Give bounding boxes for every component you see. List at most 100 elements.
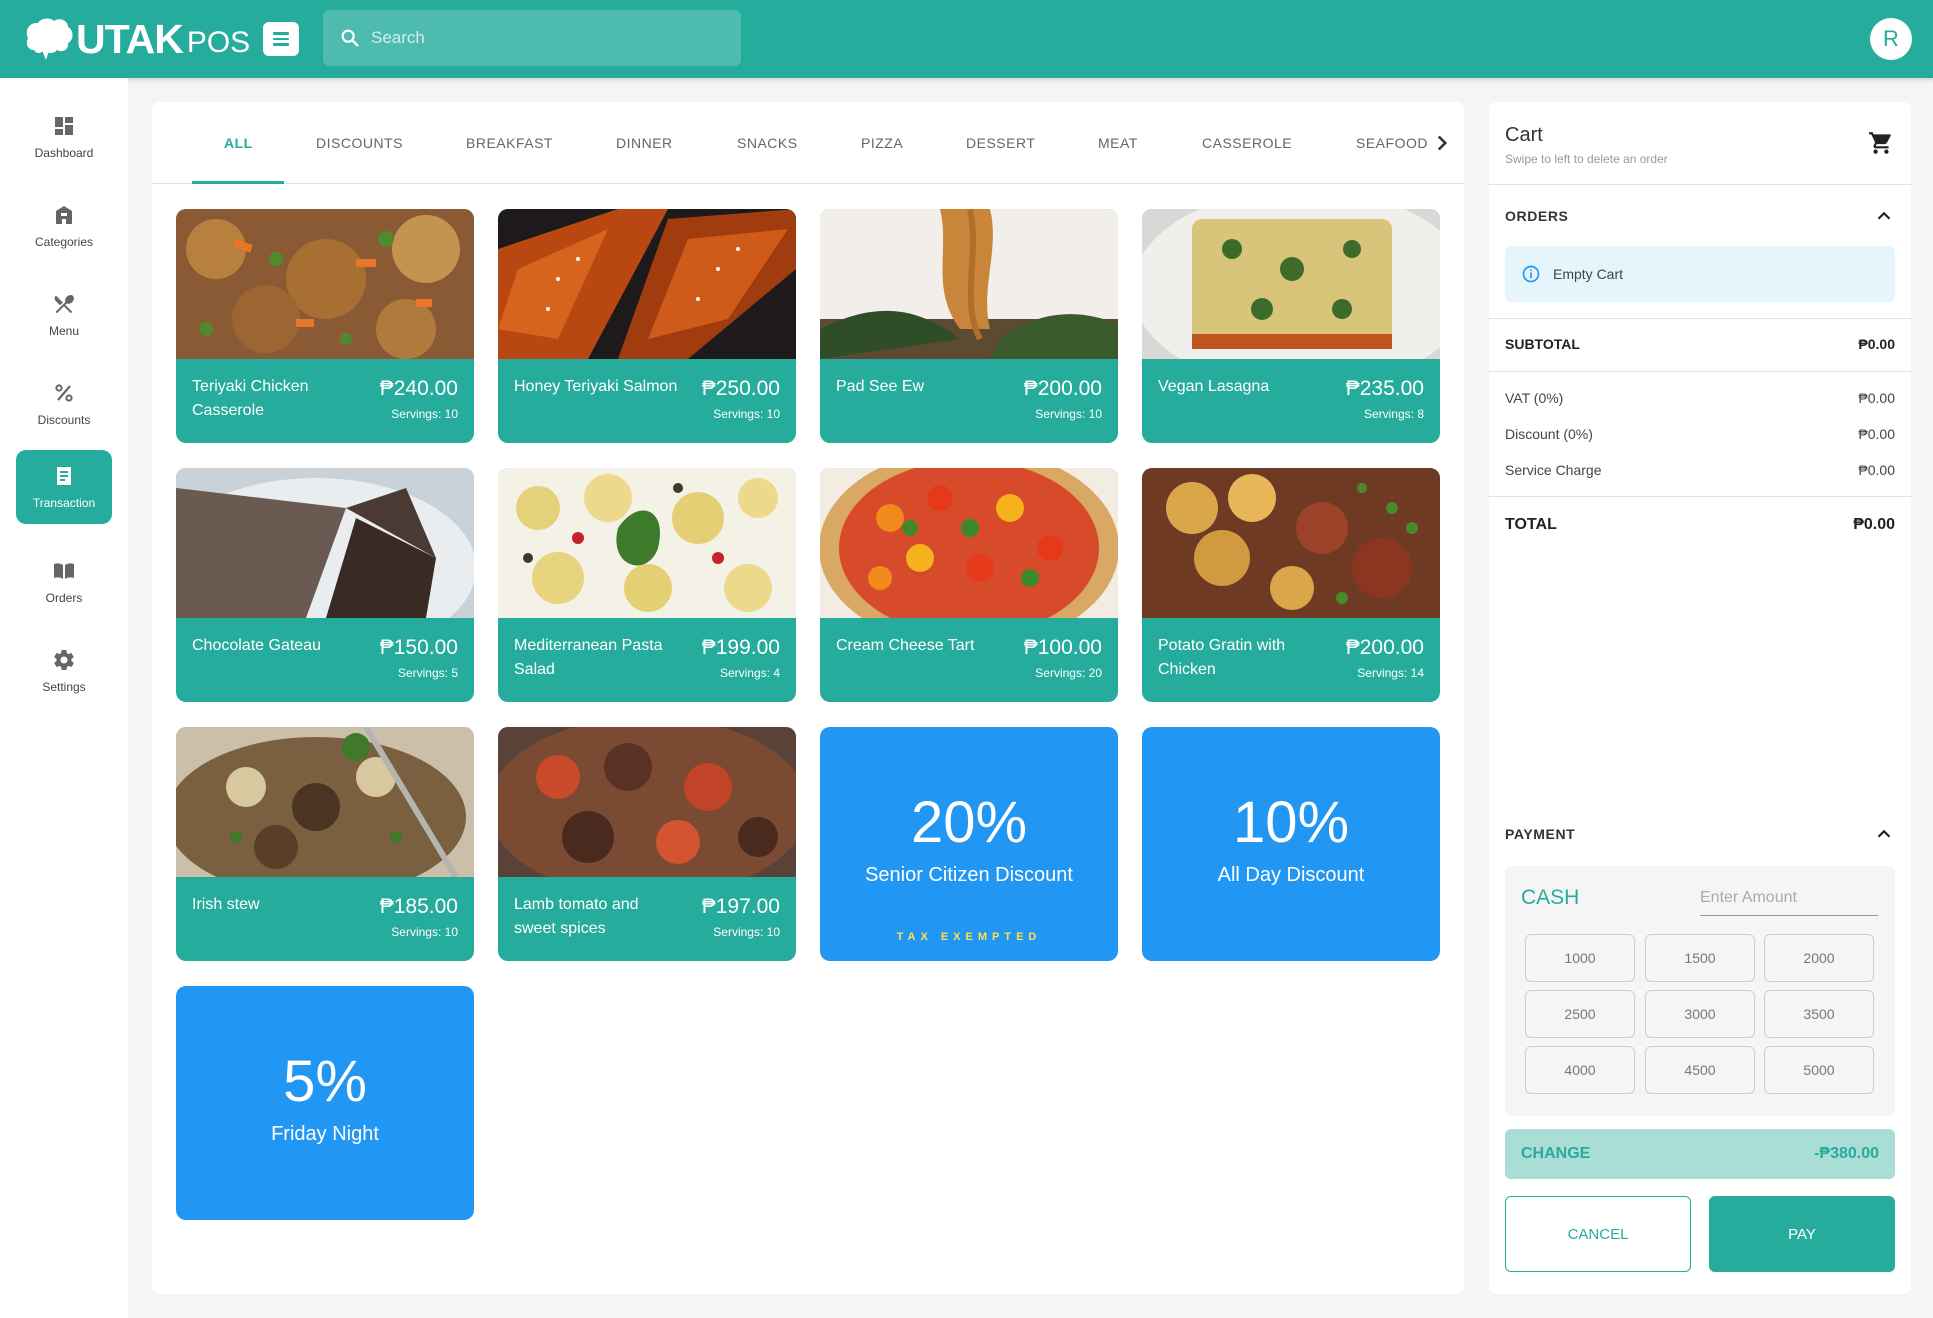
tab-discounts[interactable]: DISCOUNTS — [316, 102, 403, 184]
tab-seafood[interactable]: SEAFOOD — [1356, 102, 1428, 184]
change-label: CHANGE — [1521, 1145, 1591, 1162]
chevron-right-icon[interactable] — [1429, 130, 1455, 156]
product-price: ₱197.00 — [701, 895, 780, 918]
product-price: ₱150.00 — [379, 636, 458, 659]
tab-dessert[interactable]: DESSERT — [966, 102, 1035, 184]
product-servings: Servings: 10 — [391, 925, 458, 939]
sidebar-item-settings[interactable]: Settings — [16, 634, 112, 708]
tab-all[interactable]: ALL — [224, 102, 253, 184]
quick-amount-button[interactable]: 2000 — [1764, 934, 1874, 982]
lamb-photo — [498, 727, 796, 877]
quick-amount-button[interactable]: 1000 — [1525, 934, 1635, 982]
product-name: Honey Teriyaki Salmon — [514, 378, 678, 395]
cart-panel: Cart Swipe to left to delete an order OR… — [1489, 102, 1911, 1294]
sidebar-item-transaction[interactable]: Transaction — [16, 450, 112, 524]
tab-pizza[interactable]: PIZZA — [861, 102, 903, 184]
discount-label: Discount (0%) — [1505, 426, 1593, 442]
sidebar-item-label: Categories — [34, 235, 94, 249]
product-card[interactable]: Irish stew ₱185.00 Servings: 10 — [176, 727, 474, 961]
sidebar-item-label: Discounts — [37, 413, 91, 427]
product-name: Chocolate Gateau — [192, 637, 321, 654]
payment-header: PAYMENT — [1505, 826, 1576, 842]
vat-value: ₱0.00 — [1858, 390, 1895, 406]
quick-amount-button[interactable]: 1500 — [1645, 934, 1755, 982]
sidebar-item-categories[interactable]: Categories — [16, 189, 112, 263]
product-card[interactable]: Potato Gratin with Chicken ₱200.00 Servi… — [1142, 468, 1440, 702]
product-card[interactable]: Chocolate Gateau ₱150.00 Servings: 5 — [176, 468, 474, 702]
product-name: Vegan Lasagna — [1158, 378, 1270, 395]
brand-name: UTAK — [76, 15, 184, 62]
product-name: Cream Cheese Tart — [836, 637, 975, 654]
sidebar-item-label: Menu — [48, 324, 80, 338]
menu-toggle-button[interactable] — [263, 22, 299, 56]
discount-row: Discount (0%) ₱0.00 — [1505, 426, 1895, 442]
product-card[interactable]: Vegan Lasagna ₱235.00 Servings: 8 — [1142, 209, 1440, 443]
product-card[interactable]: Teriyaki Chicken Casserole ₱240.00 Servi… — [176, 209, 474, 443]
brand-logo[interactable]: UTAK POS — [22, 16, 250, 62]
discount-percent: 20% — [910, 790, 1028, 855]
quick-amount-button[interactable]: 5000 — [1764, 1046, 1874, 1094]
user-avatar[interactable]: R — [1870, 18, 1912, 60]
tab-snacks[interactable]: SNACKS — [737, 102, 798, 184]
product-card[interactable]: Honey Teriyaki Salmon ₱250.00 Servings: … — [498, 209, 796, 443]
cake-photo — [176, 468, 474, 618]
sidebar-item-dashboard[interactable]: Dashboard — [16, 100, 112, 174]
tab-casserole[interactable]: CASSEROLE — [1202, 102, 1292, 184]
quick-amount-button[interactable]: 4000 — [1525, 1046, 1635, 1094]
subtotal-label: SUBTOTAL — [1505, 336, 1580, 352]
pay-button[interactable]: PAY — [1709, 1196, 1895, 1272]
quick-amount-button[interactable]: 3000 — [1645, 990, 1755, 1038]
product-card[interactable]: Mediterranean Pasta Salad ₱199.00 Servin… — [498, 468, 796, 702]
discount-card-senior-citizen[interactable]: 20% Senior Citizen Discount TAX EXEMPTED — [820, 727, 1118, 961]
sidebar-item-menu[interactable]: Menu — [16, 278, 112, 352]
tab-breakfast[interactable]: BREAKFAST — [466, 102, 553, 184]
product-servings: Servings: 10 — [391, 407, 458, 421]
product-name: Teriyaki Chicken Casserole — [192, 378, 309, 419]
tab-meat[interactable]: MEAT — [1098, 102, 1138, 184]
sidebar-item-orders[interactable]: Orders — [16, 545, 112, 619]
quick-amount-button[interactable]: 2500 — [1525, 990, 1635, 1038]
discount-card-all-day[interactable]: 10% All Day Discount — [1142, 727, 1440, 961]
receipt-icon — [57, 467, 71, 485]
subtotal-value: ₱0.00 — [1858, 336, 1895, 352]
product-servings: Servings: 5 — [397, 666, 458, 680]
product-card[interactable]: Cream Cheese Tart ₱100.00 Servings: 20 — [820, 468, 1118, 702]
service-charge-row: Service Charge ₱0.00 — [1505, 462, 1895, 478]
shopping-cart-icon — [1869, 132, 1891, 154]
book-icon — [54, 563, 74, 579]
chevron-up-icon[interactable] — [1873, 205, 1895, 227]
discount-name: Senior Citizen Discount — [865, 864, 1073, 886]
amount-input[interactable] — [1700, 880, 1878, 916]
product-name: Potato Gratin with Chicken — [1158, 637, 1286, 678]
product-name: Lamb tomato and sweet spices — [514, 896, 639, 937]
pasta-salad-photo — [498, 468, 796, 618]
tab-dinner[interactable]: DINNER — [616, 102, 673, 184]
brain-logo-icon — [26, 18, 73, 60]
product-price: ₱185.00 — [379, 895, 458, 918]
discount-percent: 10% — [1232, 790, 1350, 855]
discount-name: Friday Night — [271, 1123, 379, 1145]
chevron-up-icon[interactable] — [1873, 823, 1895, 845]
discount-card-friday-night[interactable]: 5% Friday Night — [176, 986, 474, 1220]
quick-amount-button[interactable]: 4500 — [1645, 1046, 1755, 1094]
product-price: ₱100.00 — [1023, 636, 1102, 659]
search-input[interactable] — [371, 28, 711, 48]
product-servings: Servings: 14 — [1357, 666, 1424, 680]
product-name: Mediterranean Pasta Salad — [514, 637, 663, 678]
search-icon — [341, 29, 359, 47]
product-card[interactable]: Lamb tomato and sweet spices ₱197.00 Ser… — [498, 727, 796, 961]
product-price: ₱199.00 — [701, 636, 780, 659]
tart-photo — [820, 468, 1118, 618]
product-price: ₱250.00 — [701, 377, 780, 400]
total-row: TOTAL ₱0.00 — [1505, 516, 1895, 534]
search-bar[interactable] — [323, 10, 741, 66]
change-value: -₱380.00 — [1814, 1145, 1879, 1162]
cart-subtitle: Swipe to left to delete an order — [1505, 152, 1668, 166]
total-label: TOTAL — [1505, 516, 1557, 533]
noodles-photo — [820, 209, 1118, 359]
salmon-photo — [498, 209, 796, 359]
product-card[interactable]: Pad See Ew ₱200.00 Servings: 10 — [820, 209, 1118, 443]
quick-amount-button[interactable]: 3500 — [1764, 990, 1874, 1038]
sidebar-item-discounts[interactable]: Discounts — [16, 367, 112, 441]
cancel-button[interactable]: CANCEL — [1505, 1196, 1691, 1272]
